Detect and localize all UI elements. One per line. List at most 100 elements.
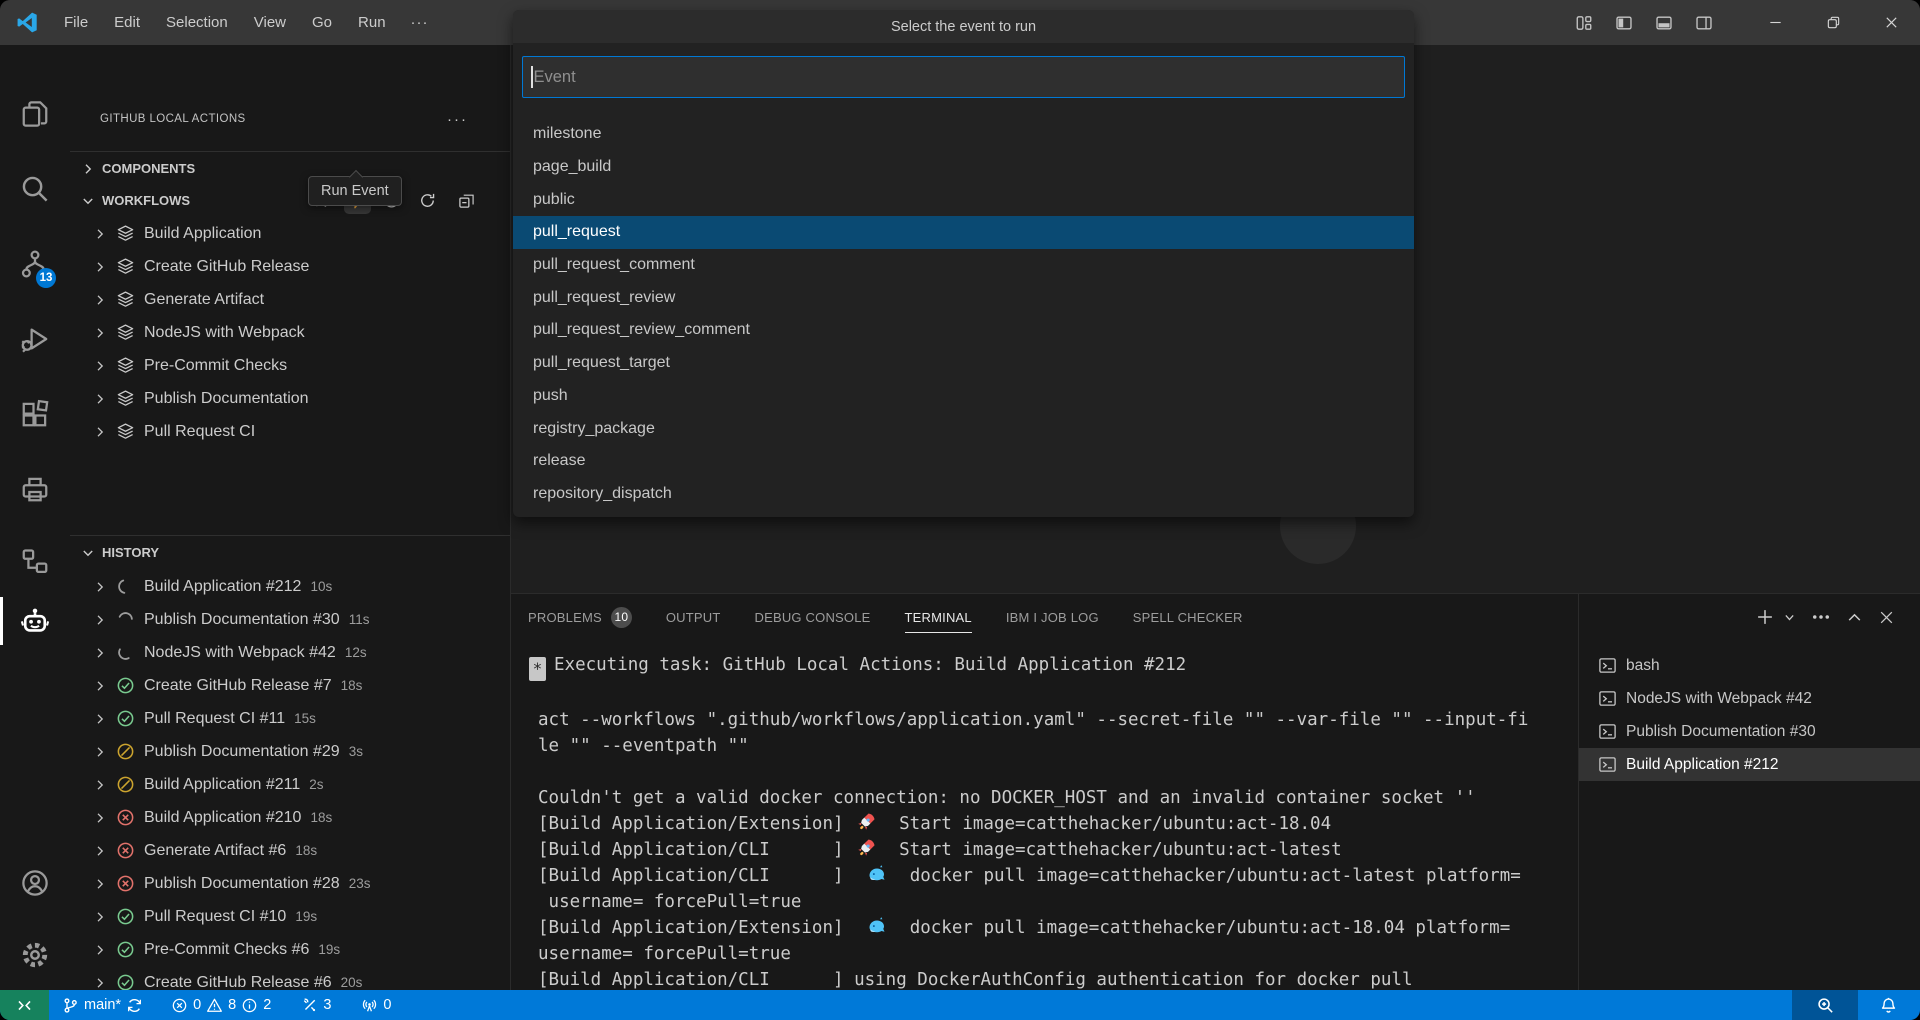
menu-edit[interactable]: Edit: [101, 0, 153, 45]
panel-tab-output[interactable]: OUTPUT: [666, 594, 721, 640]
activity-item-run-and-debug[interactable]: [0, 313, 70, 365]
customize-layout-button[interactable]: [1564, 0, 1604, 45]
terminal-list-item[interactable]: bash: [1579, 649, 1920, 682]
broadcast-status-item[interactable]: 0: [354, 990, 398, 1020]
history-row[interactable]: Build Application #21210s: [70, 570, 510, 603]
workflow-row[interactable]: Pull Request CI: [70, 415, 510, 448]
history-label: NodeJS with Webpack #42: [144, 644, 336, 662]
section-history-label: HISTORY: [102, 545, 159, 560]
quickpick-item[interactable]: pull_request: [513, 216, 1414, 249]
restore-button[interactable]: [1804, 0, 1862, 45]
collapse-all-button[interactable]: [453, 187, 480, 214]
history-row[interactable]: Pre-Commit Checks #619s: [70, 933, 510, 966]
history-row[interactable]: Build Application #2112s: [70, 768, 510, 801]
activity-item-object-hierarchy[interactable]: [0, 535, 70, 587]
menu-overflow[interactable]: ···: [399, 0, 441, 45]
panel-tab-spell-checker[interactable]: SPELL CHECKER: [1133, 594, 1243, 640]
menu-run[interactable]: Run: [345, 0, 399, 45]
refresh-button[interactable]: [414, 187, 441, 214]
quickpick-item[interactable]: schedule: [513, 510, 1414, 517]
new-terminal-icon[interactable]: [1755, 607, 1775, 627]
zoom-status-button[interactable]: [1792, 990, 1858, 1020]
terminal-list-item[interactable]: NodeJS with Webpack #42: [1579, 682, 1920, 715]
launch-profile-chevron-icon[interactable]: [1783, 611, 1796, 624]
minimize-button[interactable]: [1746, 0, 1804, 45]
quickpick-item[interactable]: pull_request_target: [513, 347, 1414, 380]
section-components[interactable]: COMPONENTS: [70, 151, 510, 185]
more-actions-icon[interactable]: [1811, 607, 1831, 627]
activity-item-source-control[interactable]: 13: [0, 238, 70, 290]
quickpick-item[interactable]: repository_dispatch: [513, 478, 1414, 511]
quickpick-item[interactable]: page_build: [513, 151, 1414, 184]
workflow-label: Create GitHub Release: [144, 258, 309, 276]
history-row[interactable]: Pull Request CI #1115s: [70, 702, 510, 735]
terminal-output[interactable]: *Executing task: GitHub Local Actions: B…: [529, 652, 1577, 991]
toggle-panel-button[interactable]: [1644, 0, 1684, 45]
activity-item-explorer[interactable]: [0, 88, 70, 140]
activity-item-printer[interactable]: [0, 463, 70, 515]
history-row[interactable]: Generate Artifact #618s: [70, 834, 510, 867]
tools-status-item[interactable]: 3: [294, 990, 338, 1020]
whale-icon: [867, 916, 887, 936]
close-icon: [1884, 15, 1899, 30]
history-row[interactable]: Publish Documentation #3011s: [70, 603, 510, 636]
history-duration: 12s: [345, 645, 367, 660]
remote-icon: [16, 997, 33, 1014]
history-row[interactable]: Publish Documentation #2823s: [70, 867, 510, 900]
workflow-row[interactable]: Pre-Commit Checks: [70, 349, 510, 382]
workflow-row[interactable]: NodeJS with Webpack: [70, 316, 510, 349]
menu-selection[interactable]: Selection: [153, 0, 241, 45]
workflow-row[interactable]: Publish Documentation: [70, 382, 510, 415]
quickpick-item[interactable]: pull_request_review_comment: [513, 314, 1414, 347]
activity-item-manage[interactable]: [0, 929, 70, 981]
history-row[interactable]: NodeJS with Webpack #42 12s: [70, 636, 510, 669]
tooltip-text: Run Event: [321, 183, 389, 199]
panel-tab-terminal[interactable]: TERMINAL: [905, 594, 972, 640]
sidebar-more-actions-button[interactable]: ···: [447, 111, 468, 128]
chevron-right-icon: [92, 777, 108, 793]
quickpick-item[interactable]: pull_request_review: [513, 281, 1414, 314]
command-decoration[interactable]: *: [529, 657, 546, 681]
quickpick-item[interactable]: push: [513, 380, 1414, 413]
history-row[interactable]: Build Application #21018s: [70, 801, 510, 834]
remote-indicator[interactable]: [0, 990, 49, 1020]
panel-tab-debug-console[interactable]: DEBUG CONSOLE: [755, 594, 871, 640]
quickpick-input[interactable]: Event: [522, 56, 1405, 98]
toggle-primary-sidebar-button[interactable]: [1604, 0, 1644, 45]
section-history[interactable]: HISTORY: [70, 535, 510, 569]
quickpick-item[interactable]: public: [513, 183, 1414, 216]
panel-tab-ibm-i-job-log[interactable]: IBM I JOB LOG: [1006, 594, 1099, 640]
terminal-list-item[interactable]: Build Application #212: [1579, 748, 1920, 781]
menu-file[interactable]: File: [51, 0, 101, 45]
close-panel-icon[interactable]: [1878, 609, 1895, 626]
branch-status-item[interactable]: main*: [55, 990, 150, 1020]
workflow-row[interactable]: Build Application: [70, 217, 510, 250]
quickpick-item[interactable]: registry_package: [513, 412, 1414, 445]
quickpick-item[interactable]: release: [513, 445, 1414, 478]
workflow-row[interactable]: Generate Artifact: [70, 283, 510, 316]
maximize-panel-icon[interactable]: [1846, 609, 1863, 626]
history-row[interactable]: Create GitHub Release #718s: [70, 669, 510, 702]
activity-item-extensions[interactable]: [0, 388, 70, 440]
close-window-button[interactable]: [1862, 0, 1920, 45]
sidebar-right-icon: [1695, 14, 1713, 32]
quickpick-item[interactable]: milestone: [513, 118, 1414, 151]
menu-view[interactable]: View: [241, 0, 299, 45]
panel-tab-problems[interactable]: PROBLEMS10: [528, 594, 632, 640]
notifications-button[interactable]: [1858, 990, 1918, 1020]
history-row[interactable]: Pull Request CI #1019s: [70, 900, 510, 933]
quickpick-item[interactable]: pull_request_comment: [513, 249, 1414, 282]
problems-status-item[interactable]: 0 8 2: [164, 990, 278, 1020]
toggle-secondary-sidebar-button[interactable]: [1684, 0, 1724, 45]
chevron-right-icon: [92, 579, 108, 595]
terminal-list-item[interactable]: Publish Documentation #30: [1579, 715, 1920, 748]
activity-item-search[interactable]: [0, 163, 70, 215]
menu-go[interactable]: Go: [299, 0, 345, 45]
workflow-row[interactable]: Create GitHub Release: [70, 250, 510, 283]
active-indicator: [0, 597, 3, 645]
workflow-label: Pull Request CI: [144, 423, 255, 441]
status-bar: main* 0 8 2 3 0: [0, 990, 1920, 1020]
history-row[interactable]: Publish Documentation #293s: [70, 735, 510, 768]
activity-item-github-local-actions[interactable]: [0, 595, 70, 647]
activity-item-accounts[interactable]: [0, 857, 70, 909]
